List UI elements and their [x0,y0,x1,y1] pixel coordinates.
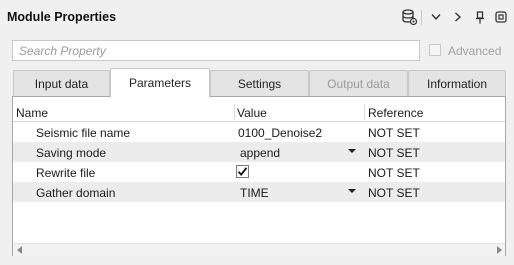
pin-icon[interactable] [473,6,487,28]
chevron-right-icon[interactable] [451,6,465,28]
property-reference[interactable]: NOT SET [368,126,420,140]
scroll-left-icon[interactable] [17,246,22,254]
column-header-value[interactable]: Value [237,106,267,120]
property-name: Seismic file name [36,126,131,140]
column-header-name[interactable]: Name [16,106,48,120]
tab-input-data[interactable]: Input data [13,70,110,96]
chevron-down-icon[interactable] [428,6,444,28]
property-name: Saving mode [36,146,107,160]
property-reference[interactable]: NOT SET [368,146,420,160]
float-window-icon[interactable] [493,6,509,28]
dropdown-arrow-icon[interactable] [348,189,356,193]
dropdown-arrow-icon[interactable] [348,149,356,153]
property-name: Gather domain [36,186,116,200]
property-value[interactable]: 0100_Denoise2 [238,126,322,140]
rewrite-file-checkbox[interactable] [236,165,249,178]
tab-settings[interactable]: Settings [210,70,309,96]
horizontal-scrollbar[interactable] [13,243,505,256]
advanced-label: Advanced [448,44,502,58]
property-value-dropdown[interactable]: append [240,146,280,160]
tab-label: Input data [34,76,89,91]
panel-title: Module Properties [7,10,117,24]
property-name: Rewrite file [36,166,96,180]
property-value-dropdown[interactable]: TIME [240,186,269,200]
tab-parameters[interactable]: Parameters [110,68,210,97]
column-header-reference[interactable]: Reference [368,106,423,120]
checkmark-icon [237,167,248,176]
advanced-checkbox[interactable] [429,44,441,56]
column-divider[interactable] [234,104,235,120]
tab-label: Output data [327,76,390,91]
search-input[interactable] [12,40,420,61]
property-reference[interactable]: NOT SET [368,166,420,180]
tab-output-data: Output data [309,70,408,96]
property-reference[interactable]: NOT SET [368,186,420,200]
tab-label: Information [426,76,488,91]
tab-label: Settings [237,76,282,91]
toolbar-divider [421,10,422,25]
column-divider[interactable] [364,104,365,120]
database-settings-icon[interactable] [398,6,420,28]
scroll-right-icon[interactable] [497,246,502,254]
tab-label: Parameters [128,76,192,90]
tab-information[interactable]: Information [408,70,506,96]
